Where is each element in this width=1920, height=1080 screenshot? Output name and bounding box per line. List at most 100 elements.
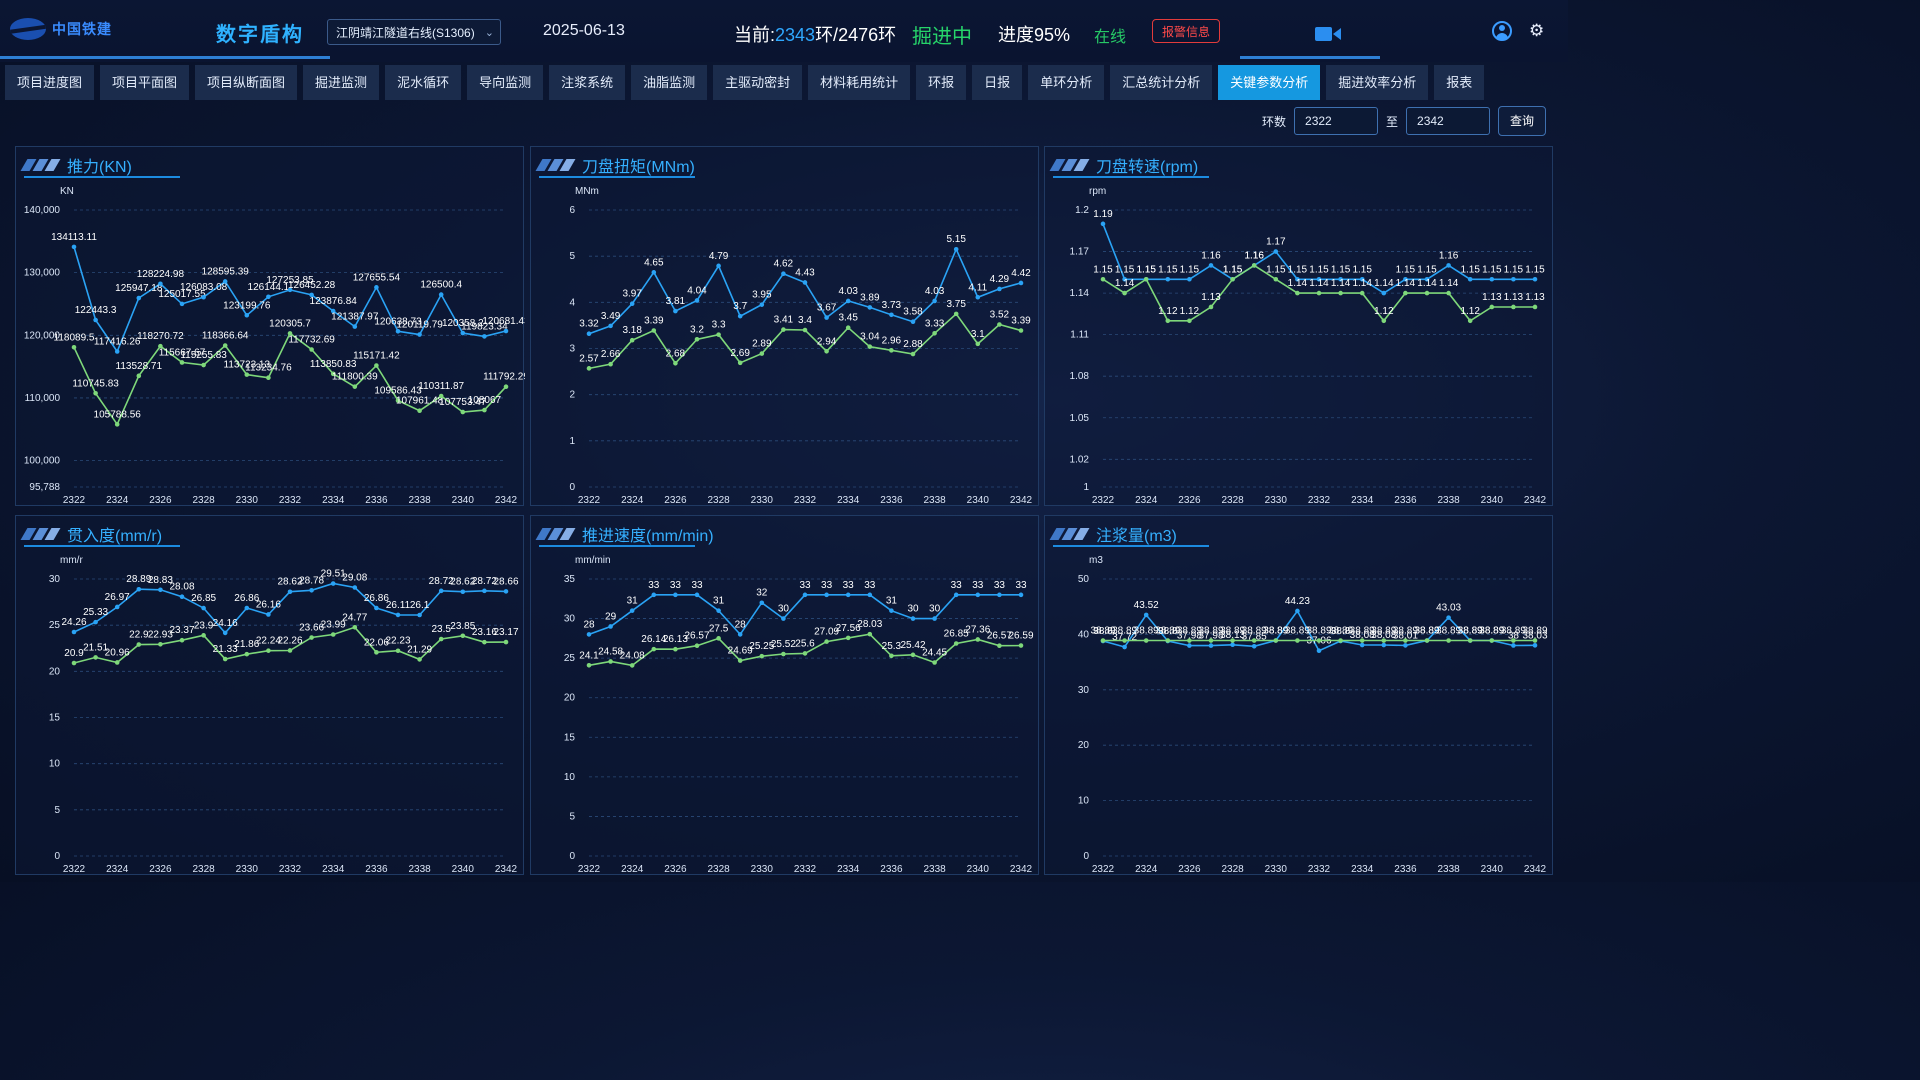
data-label: 1.14 bbox=[1374, 278, 1394, 289]
data-label: 1.17 bbox=[1266, 237, 1286, 248]
data-point bbox=[716, 608, 721, 613]
user-icon[interactable] bbox=[1492, 21, 1512, 41]
data-point bbox=[1165, 638, 1171, 643]
x-tick-label: 2340 bbox=[452, 864, 475, 875]
y-tick-label: 6 bbox=[569, 205, 575, 216]
data-point bbox=[374, 605, 379, 611]
y-tick-label: 25 bbox=[564, 653, 576, 664]
data-point bbox=[975, 592, 981, 598]
data-label: 5.15 bbox=[946, 234, 966, 245]
data-point bbox=[1100, 638, 1106, 643]
data-label: 28 bbox=[583, 619, 595, 630]
tab-9[interactable]: 材料耗用统计 bbox=[808, 65, 911, 100]
data-point bbox=[1381, 318, 1387, 324]
ring-to-input[interactable] bbox=[1406, 107, 1491, 135]
data-label: 38.89 bbox=[1522, 626, 1547, 637]
tab-1[interactable]: 项目平面图 bbox=[100, 65, 190, 100]
data-point bbox=[158, 641, 163, 647]
tab-12[interactable]: 单环分析 bbox=[1028, 65, 1105, 100]
data-label: 3.2 bbox=[690, 324, 704, 335]
tab-4[interactable]: 泥水循环 bbox=[385, 65, 462, 100]
data-point bbox=[1467, 638, 1473, 643]
tab-13[interactable]: 汇总统计分析 bbox=[1110, 65, 1213, 100]
ring-from-input[interactable] bbox=[1294, 107, 1379, 135]
alarm-button[interactable]: 报警信息 bbox=[1152, 19, 1220, 43]
data-label: 26.59 bbox=[1008, 631, 1033, 642]
data-point bbox=[737, 658, 743, 663]
data-label: 123199.76 bbox=[223, 300, 271, 311]
data-point bbox=[845, 592, 851, 598]
x-tick-label: 2332 bbox=[279, 495, 302, 506]
camera-icon[interactable] bbox=[1315, 25, 1341, 43]
data-point bbox=[395, 612, 401, 618]
data-label: 26.97 bbox=[105, 592, 130, 603]
data-point bbox=[737, 313, 743, 319]
y-tick-label: 95,788 bbox=[29, 482, 60, 493]
data-label: 27.5 bbox=[709, 623, 729, 634]
gear-icon[interactable]: ⚙ bbox=[1529, 21, 1544, 41]
data-point bbox=[352, 585, 358, 590]
data-label: 113850.83 bbox=[310, 359, 357, 370]
tab-3[interactable]: 掘进监测 bbox=[303, 65, 380, 100]
data-point bbox=[802, 327, 808, 333]
tab-0[interactable]: 项目进度图 bbox=[5, 65, 95, 100]
y-tick-label: 1 bbox=[1083, 482, 1089, 493]
tab-7[interactable]: 油脂监测 bbox=[631, 65, 708, 100]
x-tick-label: 2322 bbox=[578, 864, 601, 875]
tunneling-status: 掘进中 bbox=[912, 26, 972, 48]
data-point bbox=[802, 280, 808, 285]
x-tick-label: 2336 bbox=[1394, 495, 1417, 506]
data-label: 3.39 bbox=[644, 315, 664, 326]
data-point bbox=[93, 390, 98, 396]
data-point bbox=[1532, 643, 1538, 648]
data-point bbox=[629, 663, 635, 668]
data-label: 118270.72 bbox=[137, 331, 184, 342]
data-point bbox=[1230, 276, 1235, 282]
data-label: 122443.3 bbox=[75, 305, 117, 316]
x-tick-label: 2336 bbox=[880, 864, 903, 875]
data-point bbox=[309, 587, 314, 593]
tab-11[interactable]: 日报 bbox=[972, 65, 1023, 100]
data-point bbox=[845, 635, 851, 641]
data-label: 1.15 bbox=[1482, 264, 1502, 275]
query-button[interactable]: 查询 bbox=[1498, 106, 1547, 136]
x-tick-label: 2326 bbox=[664, 864, 687, 875]
x-tick-label: 2342 bbox=[495, 495, 518, 506]
data-label: 115171.42 bbox=[353, 351, 400, 362]
tab-10[interactable]: 环报 bbox=[916, 65, 967, 100]
data-point bbox=[71, 344, 77, 350]
x-tick-label: 2334 bbox=[1351, 864, 1374, 875]
tab-14[interactable]: 关键参数分析 bbox=[1218, 65, 1321, 100]
data-label: 22.26 bbox=[277, 635, 302, 646]
data-point bbox=[1381, 642, 1387, 648]
data-point bbox=[694, 298, 700, 303]
tab-6[interactable]: 注浆系统 bbox=[549, 65, 626, 100]
data-point bbox=[629, 301, 635, 307]
tab-8[interactable]: 主驱动密封 bbox=[713, 65, 803, 100]
data-label: 1.15 bbox=[1331, 264, 1351, 275]
data-point bbox=[1273, 638, 1279, 643]
data-point bbox=[1018, 592, 1024, 598]
data-point bbox=[953, 246, 959, 252]
project-select[interactable]: 江阴靖江隧道右线(S1306) ⌄ bbox=[327, 19, 501, 45]
x-tick-label: 2324 bbox=[621, 864, 644, 875]
data-point bbox=[71, 629, 77, 635]
tab-2[interactable]: 项目纵断面图 bbox=[195, 65, 298, 100]
x-tick-label: 2326 bbox=[1178, 864, 1201, 875]
data-point bbox=[158, 281, 163, 287]
tab-15[interactable]: 掘进效率分析 bbox=[1326, 65, 1429, 100]
x-tick-label: 2324 bbox=[621, 495, 644, 506]
x-tick-label: 2338 bbox=[408, 864, 431, 875]
data-label: 110311.87 bbox=[418, 381, 464, 392]
tab-5[interactable]: 导向监测 bbox=[467, 65, 544, 100]
data-label: 1.15 bbox=[1223, 264, 1243, 275]
data-label: 29 bbox=[605, 611, 617, 622]
data-label: 4.03 bbox=[925, 286, 945, 297]
data-point bbox=[1122, 290, 1127, 296]
data-label: 118366.64 bbox=[202, 331, 249, 342]
y-tick-label: 1.14 bbox=[1070, 288, 1090, 299]
data-label: 1.15 bbox=[1525, 264, 1545, 275]
y-tick-label: 20 bbox=[49, 666, 61, 677]
tab-16[interactable]: 报表 bbox=[1434, 65, 1485, 100]
y-unit-label: m3 bbox=[1089, 555, 1103, 566]
